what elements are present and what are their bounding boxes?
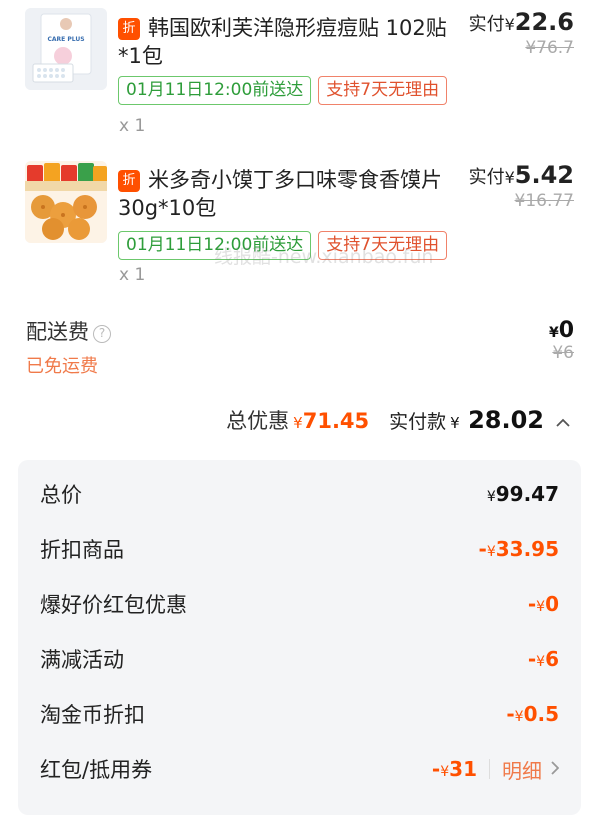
discount-badge: 折 bbox=[118, 18, 140, 40]
service-tags: 01月11日12:00前送达 支持7天无理由 bbox=[118, 76, 448, 105]
breakdown-prefix: - bbox=[431, 757, 441, 781]
coupon-detail-link[interactable]: -¥31 明细 bbox=[432, 755, 560, 784]
breakdown-label: 红包/抵用券 bbox=[40, 758, 153, 782]
pay-currency: ¥ bbox=[450, 414, 460, 432]
discount-currency: ¥ bbox=[293, 414, 303, 432]
breakdown-label: 折扣商品 bbox=[40, 538, 124, 562]
shipping-amount: 0 bbox=[558, 318, 574, 343]
breakdown-row-total: 总价 ¥99.47 bbox=[40, 474, 559, 514]
breakdown-currency: ¥ bbox=[536, 654, 546, 670]
breakdown-currency: ¥ bbox=[486, 489, 496, 505]
breakdown-value: -¥0 bbox=[528, 592, 559, 616]
paid-label: 实付 bbox=[468, 14, 505, 35]
return-policy-tag: 支持7天无理由 bbox=[318, 76, 448, 105]
breakdown-amount: 6 bbox=[545, 647, 559, 671]
breakdown-value: -¥33.95 bbox=[479, 537, 560, 561]
order-summary-toggle[interactable]: 总优惠 ¥71.45 实付款 ¥ 28.02 bbox=[226, 405, 570, 435]
paid-currency: ¥ bbox=[504, 168, 515, 187]
paid-amount: 5.42 bbox=[514, 161, 574, 189]
breakdown-row-red-packet: 爆好价红包优惠 -¥0 bbox=[40, 584, 559, 624]
divider bbox=[489, 759, 490, 779]
pay-total: ¥ 28.02 bbox=[450, 406, 544, 434]
paid-currency: ¥ bbox=[504, 15, 515, 34]
discount-amount: 71.45 bbox=[302, 409, 370, 433]
breakdown-amount: 0.5 bbox=[523, 702, 559, 726]
shipping-price: ¥0 ¥6 bbox=[549, 318, 574, 363]
breakdown-currency: ¥ bbox=[514, 709, 524, 725]
product-title-text: 韩国欧利芙洋隐形痘痘贴 102贴*1包 bbox=[118, 16, 447, 68]
breakdown-amount: 0 bbox=[545, 592, 559, 616]
breakdown-row-discounted-items: 折扣商品 -¥33.95 bbox=[40, 529, 559, 569]
shipping-original-price: ¥6 bbox=[552, 343, 574, 363]
breakdown-prefix: - bbox=[478, 537, 487, 561]
breakdown-value: ¥99.47 bbox=[487, 482, 559, 506]
breakdown-value: -¥31 bbox=[432, 757, 477, 781]
discount-badge: 折 bbox=[118, 170, 140, 192]
detail-link[interactable]: 明细 bbox=[502, 755, 542, 784]
total-discount-label: 总优惠 bbox=[226, 409, 290, 433]
free-shipping-text: 已免运费 bbox=[26, 356, 98, 377]
quantity: x 1 bbox=[119, 265, 146, 285]
breakdown-amount: 33.95 bbox=[495, 537, 559, 561]
delivery-tag: 01月11日12:00前送达 bbox=[118, 76, 312, 105]
breakdown-prefix: - bbox=[527, 647, 537, 671]
pay-amount: 28.02 bbox=[468, 406, 544, 434]
watermark: 线报酷-new.xianbao.fun bbox=[214, 246, 434, 268]
shipping-fee-row: 配送费? 已免运费 ¥0 ¥6 bbox=[26, 316, 574, 377]
breakdown-prefix: - bbox=[506, 702, 515, 726]
pay-label: 实付款 bbox=[389, 411, 447, 433]
chevron-up-icon[interactable] bbox=[556, 413, 570, 432]
chevron-right-icon[interactable] bbox=[550, 759, 560, 780]
breakdown-row-full-reduction: 满减活动 -¥6 bbox=[40, 639, 559, 679]
breakdown-value: -¥0.5 bbox=[506, 702, 559, 726]
breakdown-currency: ¥ bbox=[486, 544, 496, 560]
breakdown-amount: 31 bbox=[449, 757, 477, 781]
paid-amount: 22.6 bbox=[514, 8, 574, 36]
product-title[interactable]: 折米多奇小馍丁多口味零食香馍片 30g*10包 bbox=[118, 166, 453, 222]
paid-label: 实付 bbox=[468, 167, 505, 188]
quantity: x 1 bbox=[119, 116, 146, 136]
breakdown-label: 淘金币折扣 bbox=[40, 703, 145, 727]
breakdown-row-coupons[interactable]: 红包/抵用券 -¥31 明细 bbox=[40, 749, 560, 789]
breakdown-prefix: - bbox=[527, 592, 537, 616]
thumb-brand-text: CARE PLUS bbox=[47, 36, 84, 43]
order-item-2[interactable]: 折米多奇小馍丁多口味零食香馍片 30g*10包 01月11日12:00前送达 支… bbox=[0, 155, 600, 295]
product-title[interactable]: 折韩国欧利芙洋隐形痘痘贴 102贴*1包 bbox=[118, 14, 453, 70]
product-thumbnail[interactable]: CARE PLUS bbox=[25, 8, 107, 90]
breakdown-amount: 99.47 bbox=[495, 482, 559, 506]
price-block: 实付¥22.6 ¥76.7 bbox=[469, 8, 574, 58]
shipping-currency: ¥ bbox=[548, 325, 559, 341]
breakdown-currency: ¥ bbox=[536, 599, 546, 615]
breakdown-row-coins: 淘金币折扣 -¥0.5 bbox=[40, 694, 559, 734]
paid-price: 实付¥22.6 bbox=[469, 8, 574, 36]
price-breakdown-panel: 总价 ¥99.47 折扣商品 -¥33.95 爆好价红包优惠 -¥0 满减活动 … bbox=[18, 460, 581, 815]
shipping-label: 配送费 bbox=[26, 320, 89, 344]
product-thumbnail[interactable] bbox=[25, 161, 107, 243]
total-discount: ¥71.45 bbox=[293, 409, 369, 433]
breakdown-currency: ¥ bbox=[440, 764, 450, 780]
breakdown-label: 爆好价红包优惠 bbox=[40, 593, 187, 617]
breakdown-label: 总价 bbox=[40, 483, 82, 507]
breakdown-label: 满减活动 bbox=[40, 648, 124, 672]
price-block: 实付¥5.42 ¥16.77 bbox=[469, 161, 574, 211]
original-price: ¥16.77 bbox=[514, 191, 574, 211]
order-item-1[interactable]: CARE PLUS 折韩国欧利芙洋隐形痘痘贴 102贴*1包 01月11日12:… bbox=[0, 0, 600, 150]
question-icon[interactable]: ? bbox=[93, 325, 111, 343]
breakdown-value: -¥6 bbox=[528, 647, 559, 671]
product-title-text: 米多奇小馍丁多口味零食香馍片 30g*10包 bbox=[118, 168, 442, 220]
paid-price: 实付¥5.42 bbox=[469, 161, 574, 189]
original-price: ¥76.7 bbox=[525, 38, 574, 58]
